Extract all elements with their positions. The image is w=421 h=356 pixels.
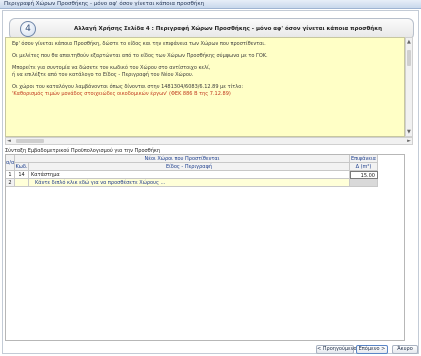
- row-ao: 1: [6, 171, 15, 179]
- spaces-table: α/α Νέοι Χώροι που Προστίθενται Επιφάνει…: [5, 154, 405, 341]
- add-space-row[interactable]: Κάντε διπλό κλικ εδώ για να προσθέσετε Χ…: [29, 179, 350, 187]
- info-line: Εφ' όσον γίνεται κάποια Προσθήκη, δώστε …: [12, 41, 266, 47]
- step-number-badge: 4: [20, 21, 36, 37]
- scrollbar-thumb[interactable]: [16, 139, 44, 143]
- header-area: Επιφάνεια: [350, 155, 378, 163]
- row-code[interactable]: 14: [15, 171, 29, 179]
- info-horizontal-scrollbar[interactable]: ◄ ►: [5, 137, 413, 145]
- previous-button[interactable]: < Προηγούμενο: [316, 345, 357, 354]
- header-area-unit: Δ (m²): [350, 163, 378, 171]
- step-title: Αλλαγή Χρήσης Σελίδα 4 : Περιγραφή Χώρων…: [73, 26, 383, 32]
- info-line: Οι χώροι του καταλόγου λαμβάνονται όπως …: [12, 84, 243, 90]
- scroll-up-arrow-icon[interactable]: ▲: [407, 39, 411, 45]
- window-title: Περιγραφή Χώρων Προσθήκης - μόνο αφ' όσο…: [4, 1, 205, 7]
- next-button[interactable]: Επόμενο >: [356, 345, 388, 354]
- scroll-right-arrow-icon[interactable]: ►: [407, 138, 411, 144]
- info-line: Οι μελέτες που θα απαιτηθούν εξαρτώνται …: [12, 53, 268, 59]
- scrollbar-thumb[interactable]: [407, 50, 411, 66]
- header-new-spaces: Νέοι Χώροι που Προστίθενται: [15, 155, 350, 163]
- row-area[interactable]: [350, 179, 378, 187]
- header-ao: α/α: [6, 155, 15, 171]
- header-description: Είδος - Περιγραφή: [29, 163, 350, 171]
- scroll-left-arrow-icon[interactable]: ◄: [7, 138, 11, 144]
- info-line: ή να επιλέξτε από τον κατάλογο το Είδος …: [12, 72, 194, 78]
- scroll-down-arrow-icon[interactable]: ▼: [407, 129, 411, 135]
- row-ao: 2: [6, 179, 15, 187]
- window-titlebar: Περιγραφή Χώρων Προσθήκης - μόνο αφ' όσο…: [0, 0, 421, 9]
- row-area[interactable]: 15.00: [350, 171, 378, 179]
- header-code: Κωδ.: [15, 163, 29, 171]
- info-line: 'Καθορισμός τιμών μονάδος στοιχειώδες οι…: [12, 91, 231, 97]
- cancel-button[interactable]: Άκυρο: [392, 345, 418, 354]
- info-line: Μπορείτε για συντομία να δώσετε τον κωδι…: [12, 65, 211, 71]
- row-description[interactable]: Κατάστημα: [29, 171, 350, 179]
- info-box: Εφ' όσον γίνεται κάποια Προσθήκη, δώστε …: [5, 37, 405, 137]
- info-vertical-scrollbar[interactable]: ▲ ▼: [405, 37, 413, 137]
- row-code[interactable]: [15, 179, 29, 187]
